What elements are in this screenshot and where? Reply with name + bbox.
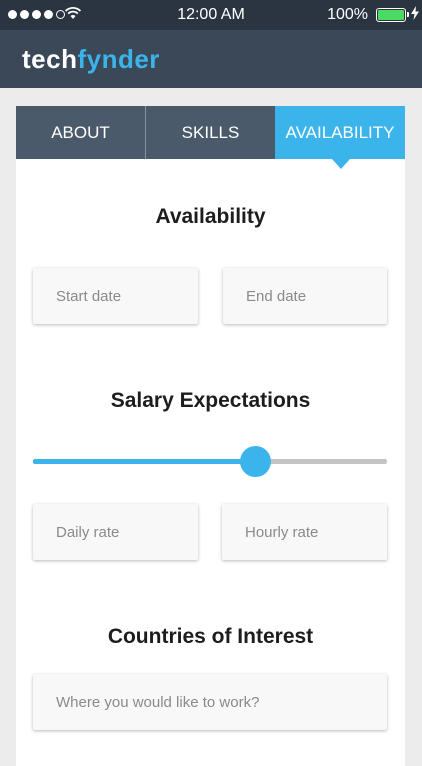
techfynder-logo: techfynder <box>22 44 160 75</box>
hourly-rate-field[interactable]: Hourly rate <box>222 504 387 560</box>
status-bar: 12:00 AM 100% <box>0 0 422 30</box>
tab-about[interactable]: ABOUT <box>16 106 146 159</box>
tab-availability-label: AVAILABILITY <box>285 122 395 142</box>
availability-title: Availability <box>155 205 266 228</box>
app-header: techfynder <box>0 30 422 88</box>
start-date-field[interactable]: Start date <box>33 268 198 324</box>
active-tab-indicator <box>332 159 350 169</box>
battery-percent: 100% <box>327 6 368 23</box>
charging-bolt-icon <box>411 6 419 20</box>
tab-availability[interactable]: AVAILABILITY <box>275 106 405 159</box>
countries-of-interest-title: Countries of Interest <box>107 625 314 648</box>
logo-part-fynder: fynder <box>77 44 160 74</box>
salary-expectations-title: Salary Expectations <box>110 389 311 412</box>
battery-icon <box>376 8 409 22</box>
salary-slider-track[interactable] <box>255 459 387 464</box>
countries-input[interactable]: Where you would like to work? <box>33 674 387 730</box>
tab-skills[interactable]: SKILLS <box>146 106 275 159</box>
salary-slider-track-filled[interactable] <box>33 459 255 464</box>
profile-card: ABOUT SKILLS AVAILABILITY Availability S… <box>16 106 405 766</box>
logo-part-tech: tech <box>22 44 78 74</box>
end-date-field[interactable]: End date <box>223 268 387 324</box>
profile-tabs: ABOUT SKILLS AVAILABILITY <box>16 106 405 159</box>
salary-slider-thumb[interactable] <box>240 446 271 477</box>
daily-rate-field[interactable]: Daily rate <box>33 504 198 560</box>
